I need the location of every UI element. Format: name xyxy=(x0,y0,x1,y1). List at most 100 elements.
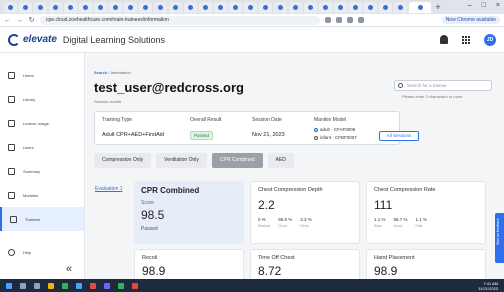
extension-icon[interactable] xyxy=(347,17,353,23)
task-view-icon[interactable] xyxy=(34,282,40,289)
browser-tab[interactable] xyxy=(364,1,377,13)
back-icon[interactable]: ← xyxy=(4,17,11,24)
browser-tab[interactable] xyxy=(319,1,332,13)
favicon-icon xyxy=(398,4,403,10)
taskbar-clock[interactable]: 7:41 AM 11/21/2023 xyxy=(478,281,498,291)
app-icon[interactable] xyxy=(62,282,68,289)
browser-tab[interactable] xyxy=(94,1,107,13)
sidebar-item-modules[interactable]: Modules xyxy=(0,183,84,207)
favicon-icon xyxy=(203,4,208,10)
app-icon[interactable] xyxy=(104,282,110,289)
tab-cpr-combined[interactable]: CPR Combined xyxy=(211,153,263,168)
manikin-option-adult[interactable]: adult - CFAF0006 xyxy=(314,127,355,132)
radio-selected[interactable] xyxy=(314,127,318,132)
favicon-icon xyxy=(53,4,58,10)
minimize-button[interactable]: – xyxy=(468,2,472,9)
browser-tab[interactable] xyxy=(244,1,257,13)
manikin-option-infant[interactable]: infant - CFBF0007 xyxy=(314,135,357,140)
page-title: test_user@redcross.org xyxy=(94,80,244,95)
browser-tab[interactable] xyxy=(154,1,167,13)
tab-ventilation-only[interactable]: Ventilation Only xyxy=(156,153,207,168)
edge-icon[interactable] xyxy=(76,282,82,289)
forward-icon[interactable]: → xyxy=(16,17,23,24)
browser-tab[interactable] xyxy=(394,1,407,13)
chrome-update-button[interactable]: New Chrome available xyxy=(441,16,500,24)
tab-compression-only[interactable]: Compression Only xyxy=(94,153,152,168)
favicon-icon xyxy=(188,4,193,10)
all-sessions-button[interactable]: All Sessions xyxy=(379,131,419,141)
browser-tab[interactable] xyxy=(139,1,152,13)
close-window-button[interactable]: × xyxy=(496,2,500,9)
bell-icon[interactable] xyxy=(440,35,448,44)
favicon-icon xyxy=(8,4,13,10)
search-taskbar-icon[interactable] xyxy=(20,282,26,289)
help-icon xyxy=(8,248,15,256)
browser-tab-strip: + – □ × xyxy=(0,0,504,14)
browser-tab[interactable] xyxy=(274,1,287,13)
browser-tab[interactable] xyxy=(19,1,32,13)
reload-icon[interactable]: ↻ xyxy=(28,16,35,24)
maximize-button[interactable]: □ xyxy=(482,2,486,9)
sidebar-item-users[interactable]: Users xyxy=(0,135,84,159)
browser-tab[interactable] xyxy=(304,1,317,13)
sidebar-item-summary[interactable]: Summary xyxy=(0,159,84,183)
sidebar-item-help[interactable]: Help xyxy=(0,240,85,264)
browser-tab-active[interactable] xyxy=(409,1,431,13)
browser-tab[interactable] xyxy=(289,1,302,13)
collapse-sidebar-button[interactable]: « xyxy=(66,263,72,275)
windows-start-icon[interactable] xyxy=(6,282,12,289)
tab-aed[interactable]: AED xyxy=(267,153,294,168)
extension-icon[interactable] xyxy=(336,17,342,23)
evaluation-link[interactable]: Evaluation 1 xyxy=(95,186,123,192)
browser-tab[interactable] xyxy=(379,1,392,13)
sidebar-item-library[interactable]: Library xyxy=(0,87,84,111)
app-icon[interactable] xyxy=(132,282,138,289)
stat-value: 0 % xyxy=(258,217,266,222)
browser-tab[interactable] xyxy=(349,1,362,13)
address-bar: ← → ↻ cpe.cloud.zoehealthcare.com/main-t… xyxy=(0,14,504,27)
browser-tab[interactable] xyxy=(334,1,347,13)
stat-value: 1.1 % xyxy=(374,217,386,222)
training-tabs: Compression Only Ventilation Only CPR Co… xyxy=(94,153,294,168)
breadcrumb-search-link[interactable]: Search xyxy=(94,70,107,75)
favicon-icon xyxy=(128,4,133,10)
apps-grid-icon[interactable] xyxy=(462,35,470,44)
browser-tab[interactable] xyxy=(169,1,182,13)
browser-tab[interactable] xyxy=(184,1,197,13)
browser-tab[interactable] xyxy=(79,1,92,13)
favicon-icon xyxy=(293,4,298,10)
radio-unselected[interactable] xyxy=(314,135,318,140)
feedback-tab[interactable]: Give us feedback xyxy=(495,213,504,263)
stat-value: 95.6 % xyxy=(278,217,293,222)
bookmark-star-icon[interactable] xyxy=(325,17,331,23)
browser-tab[interactable] xyxy=(199,1,212,13)
document-icon xyxy=(8,119,15,127)
browser-tab[interactable] xyxy=(49,1,62,13)
search-input[interactable]: Search for a trainee xyxy=(394,80,492,91)
browser-tab[interactable] xyxy=(34,1,47,13)
sidebar-item-trainees[interactable]: Trainees xyxy=(0,207,84,231)
chrome-icon[interactable] xyxy=(118,282,124,289)
browser-tab[interactable] xyxy=(64,1,77,13)
breadcrumb-current: / Information xyxy=(107,70,131,75)
browser-tab[interactable] xyxy=(229,1,242,13)
search-icon xyxy=(398,83,403,88)
url-field[interactable]: cpe.cloud.zoehealthcare.com/main-trainee… xyxy=(40,15,320,25)
search-placeholder: Search for a trainee xyxy=(407,83,447,88)
browser-tab[interactable] xyxy=(259,1,272,13)
browser-tab[interactable] xyxy=(214,1,227,13)
favicon-icon xyxy=(248,4,253,10)
browser-tab[interactable] xyxy=(4,1,17,13)
extension-icon[interactable] xyxy=(358,17,364,23)
app-icon[interactable] xyxy=(90,282,96,289)
sidebar-item-home[interactable]: Home xyxy=(0,63,84,87)
new-tab-button[interactable]: + xyxy=(433,2,443,12)
sidebar-item-learner-usage[interactable]: Learner usage xyxy=(0,111,84,135)
logo[interactable]: elevate xyxy=(8,33,57,46)
library-icon xyxy=(8,95,15,103)
browser-tab[interactable] xyxy=(109,1,122,13)
avatar[interactable]: JD xyxy=(484,33,496,46)
file-explorer-icon[interactable] xyxy=(48,282,54,289)
favicon-icon xyxy=(83,4,88,10)
browser-tab[interactable] xyxy=(124,1,137,13)
